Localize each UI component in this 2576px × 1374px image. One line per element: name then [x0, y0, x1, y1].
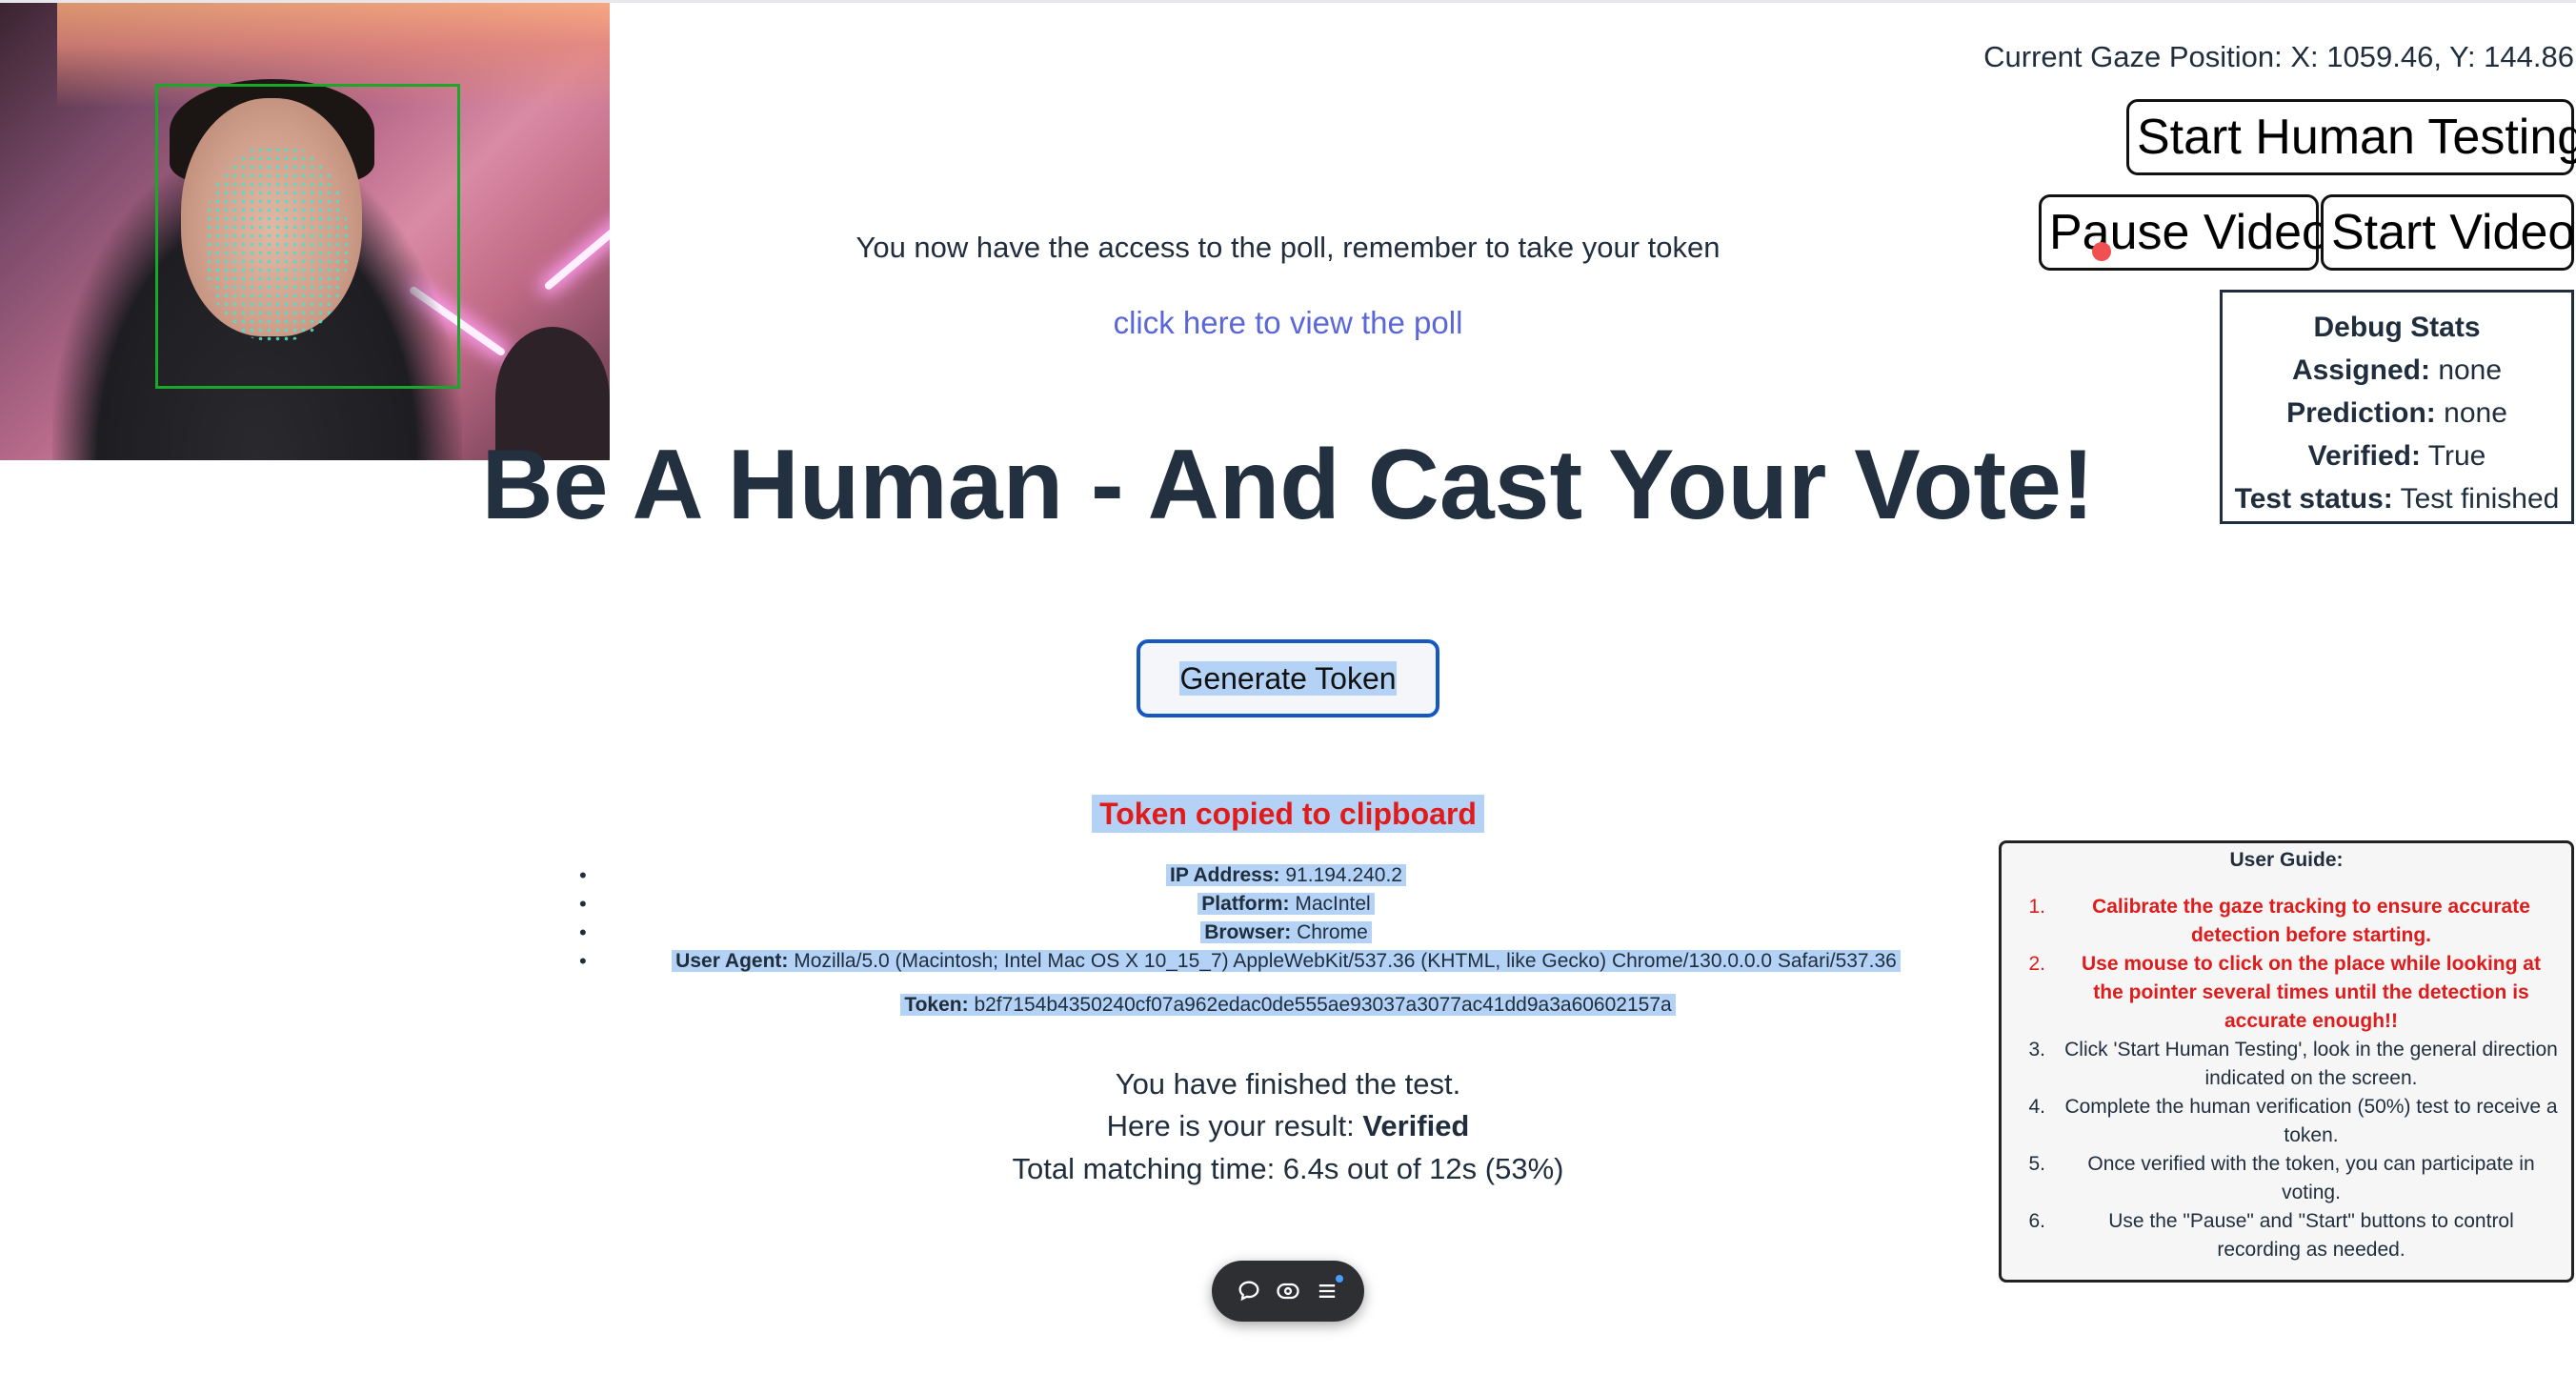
- gaze-position-readout: Current Gaze Position: X: 1059.46, Y: 14…: [1983, 40, 2574, 73]
- list-item-browser: Browser: Chrome: [572, 919, 2001, 947]
- menu-list-icon[interactable]: [1313, 1275, 1344, 1305]
- user-guide-title: User Guide:: [2229, 849, 2344, 871]
- list-item-ip: IP Address: 91.194.240.2: [572, 861, 2001, 890]
- floating-toolbar: [1212, 1261, 1364, 1322]
- list-item-platform: Platform: MacIntel: [572, 890, 2001, 919]
- result-value: Verified: [1362, 1109, 1470, 1142]
- token-copied-message: Token copied to clipboard: [0, 795, 2576, 833]
- eye-toggle-icon[interactable]: [1274, 1277, 1302, 1305]
- guide-item: 3. Click 'Start Human Testing', look in t…: [2028, 1039, 2558, 1089]
- client-info-list: IP Address: 91.194.240.2 Platform: MacIn…: [572, 861, 2001, 976]
- view-poll-link[interactable]: click here to view the poll: [0, 305, 2576, 341]
- page-headline: Be A Human - And Cast Your Vote!: [481, 430, 2095, 540]
- notification-dot: [1336, 1275, 1344, 1283]
- start-human-testing-button[interactable]: Start Human Testing: [2126, 99, 2576, 175]
- generate-token-button[interactable]: Generate Token: [1137, 639, 1439, 717]
- guide-item: 1. Calibrate the gaze tracking to ensure …: [2028, 896, 2530, 946]
- guide-item: 2. Use mouse to click on the place while …: [2028, 953, 2541, 1032]
- guide-item: 5. Once verified with the token, you can …: [2028, 1153, 2535, 1203]
- list-item-user-agent: User Agent: Mozilla/5.0 (Macintosh; Inte…: [572, 947, 2001, 976]
- guide-item: 6. Use the "Pause" and "Start" buttons to…: [2028, 1210, 2514, 1261]
- poll-access-message: You now have the access to the poll, rem…: [855, 231, 1721, 264]
- guide-item: 4. Complete the human verification (50%) …: [2028, 1096, 2558, 1146]
- user-guide-panel: User Guide: 1. Calibrate the gaze trackin…: [1999, 840, 2574, 1283]
- token-value: b2f7154b4350240cf07a962edac0de555ae93037…: [974, 994, 1672, 1016]
- user-guide-list: 1. Calibrate the gaze tracking to ensure …: [2015, 893, 2558, 1264]
- chat-bubble-icon[interactable]: [1235, 1277, 1263, 1305]
- debug-row-assigned: Assigned: none: [2291, 354, 2503, 386]
